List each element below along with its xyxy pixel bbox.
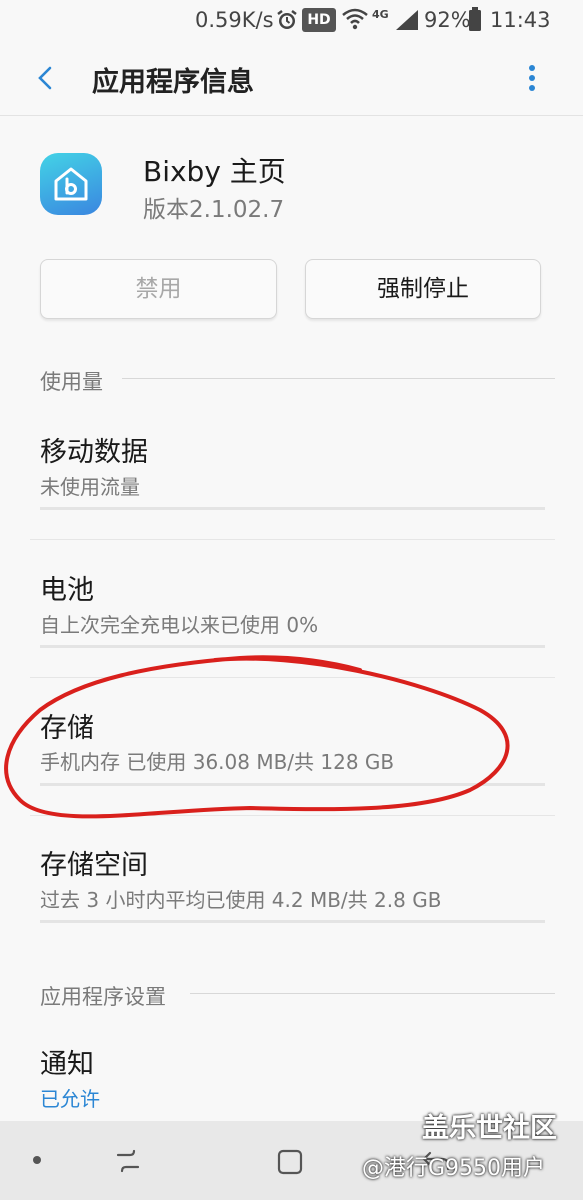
- status-bar: 0.59K/s HD 4G 92% 11:43: [0, 0, 583, 40]
- battery-icon: [469, 7, 481, 31]
- item-title: 通知: [40, 1049, 94, 1080]
- item-underline: [40, 783, 545, 786]
- app-bar: 应用程序信息: [0, 40, 583, 116]
- section-divider: [190, 993, 555, 994]
- item-title: 存储空间: [40, 850, 148, 881]
- clock: 11:43: [490, 8, 551, 32]
- section-header-app-settings: 应用程序设置: [40, 985, 166, 1009]
- item-subtitle: 未使用流量: [40, 475, 140, 499]
- more-vertical-icon[interactable]: [518, 58, 546, 98]
- network-type: 4G: [372, 8, 389, 21]
- item-divider: [30, 815, 555, 816]
- force-stop-button[interactable]: 强制停止: [305, 259, 541, 319]
- watermark-community: 盖乐世社区: [422, 1113, 557, 1144]
- page-title: 应用程序信息: [92, 67, 254, 98]
- item-subtitle: 自上次完全充电以来已使用 0%: [40, 613, 319, 637]
- item-subtitle: 已允许: [40, 1087, 100, 1111]
- alarm-icon: [277, 10, 297, 29]
- wifi-icon: [342, 8, 368, 30]
- item-underline: [40, 920, 545, 923]
- app-name: Bixby 主页: [143, 155, 286, 188]
- item-underline: [40, 645, 545, 648]
- home-icon[interactable]: [274, 1146, 306, 1178]
- item-divider: [30, 677, 555, 678]
- signal-icon: [396, 10, 418, 30]
- item-divider: [30, 539, 555, 540]
- item-underline: [40, 507, 545, 510]
- bixby-home-icon: [40, 153, 102, 215]
- network-speed: 0.59K/s: [195, 8, 274, 32]
- home-dot-icon[interactable]: [28, 1151, 46, 1169]
- item-title: 移动数据: [40, 437, 148, 468]
- item-subtitle: 过去 3 小时内平均已使用 4.2 MB/共 2.8 GB: [40, 888, 442, 912]
- disable-button[interactable]: 禁用: [40, 259, 277, 319]
- item-title: 电池: [40, 575, 94, 606]
- item-title: 存储: [40, 713, 94, 744]
- watermark-user: @港行G9550用户: [362, 1156, 546, 1181]
- battery-percent: 92%: [424, 8, 471, 32]
- item-subtitle: 手机内存 已使用 36.08 MB/共 128 GB: [40, 750, 395, 774]
- section-header-usage: 使用量: [40, 370, 103, 394]
- hd-badge: HD: [302, 8, 336, 32]
- section-divider: [122, 378, 555, 379]
- app-version: 版本2.1.02.7: [143, 197, 285, 223]
- recents-icon[interactable]: [112, 1147, 144, 1175]
- chevron-left-icon[interactable]: [26, 58, 66, 98]
